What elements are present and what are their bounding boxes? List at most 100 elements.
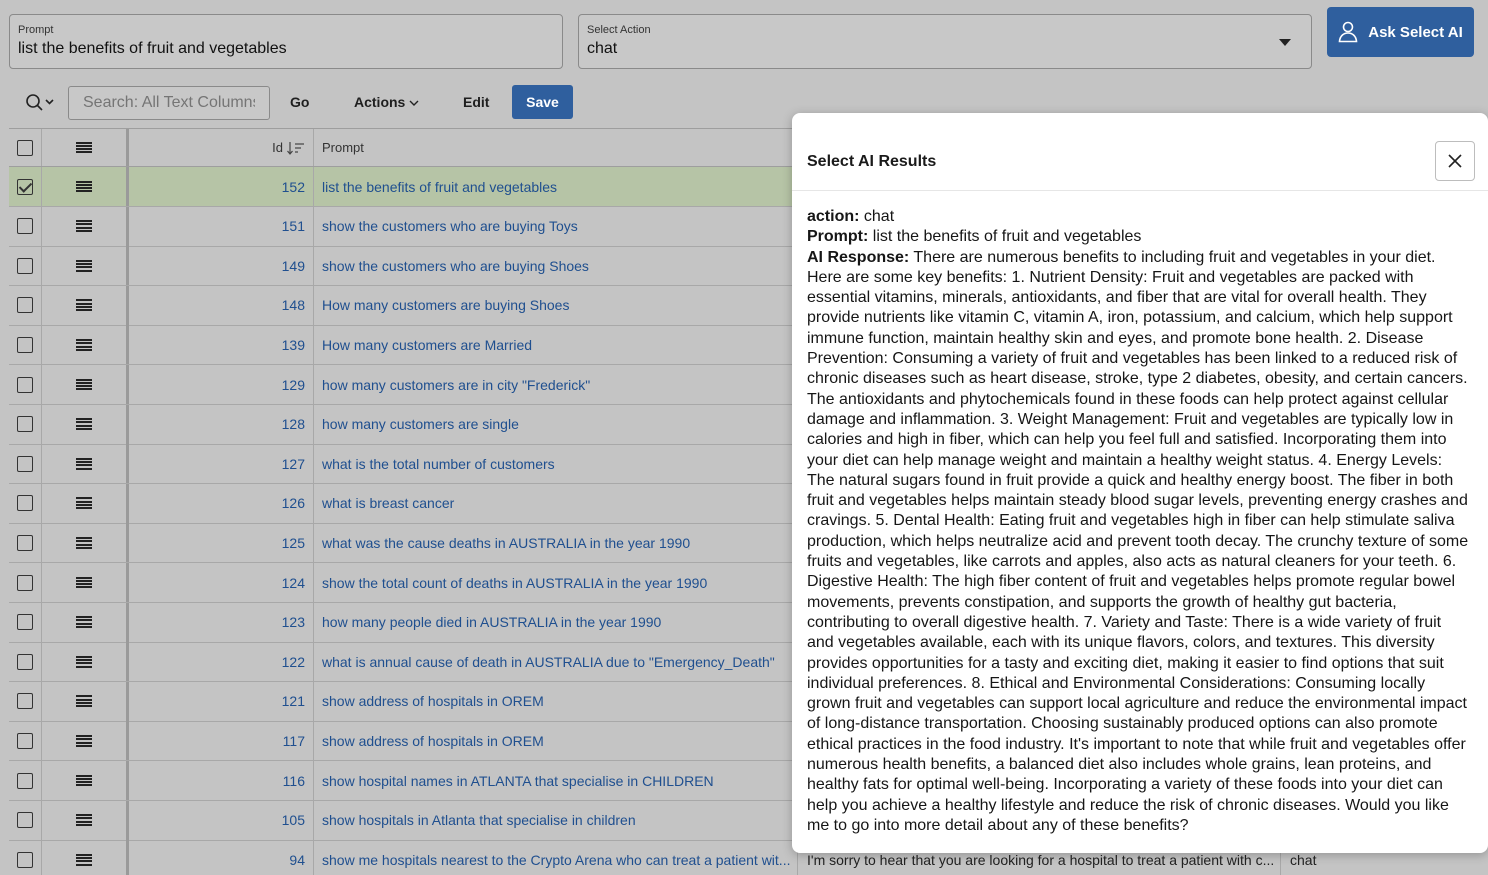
row-id[interactable]: 127 <box>132 444 314 484</box>
row-actions-cell <box>42 602 129 642</box>
row-select-cell <box>9 761 42 800</box>
column-header-id-label: Id <box>272 140 283 155</box>
prompt-input[interactable]: list the benefits of fruit and vegetable… <box>18 40 554 58</box>
row-checkbox[interactable] <box>17 257 33 274</box>
row-prompt[interactable]: show the total count of deaths in AUSTRA… <box>314 563 797 602</box>
row-menu-icon[interactable] <box>76 418 92 431</box>
search-input[interactable] <box>68 86 270 120</box>
row-checkbox[interactable] <box>17 455 33 472</box>
row-checkbox[interactable] <box>17 534 33 551</box>
select-all-checkbox[interactable] <box>17 139 33 156</box>
go-button[interactable]: Go <box>290 94 309 110</box>
row-prompt[interactable]: How many customers are Married <box>314 325 797 364</box>
row-id[interactable]: 129 <box>132 365 314 404</box>
row-id[interactable]: 128 <box>132 404 314 444</box>
row-checkbox[interactable] <box>17 218 33 235</box>
row-checkbox[interactable] <box>17 416 33 433</box>
row-menu-icon[interactable] <box>76 853 92 866</box>
select-action-field[interactable]: Select Action chat <box>578 14 1312 69</box>
row-id[interactable]: 139 <box>132 325 314 365</box>
select-all-cell <box>9 129 42 166</box>
row-id[interactable]: 148 <box>132 285 314 325</box>
row-id[interactable]: 122 <box>132 642 314 682</box>
row-checkbox[interactable] <box>17 732 33 749</box>
close-button[interactable] <box>1435 141 1475 181</box>
row-prompt[interactable]: show hospital names in ATLANTA that spec… <box>314 761 797 800</box>
row-id[interactable]: 152 <box>132 167 314 206</box>
row-menu-icon[interactable] <box>76 497 92 510</box>
row-prompt[interactable]: show the customers who are buying Shoes <box>314 246 797 285</box>
dialog-prompt-label: Prompt: <box>807 228 869 246</box>
select-action-label: Select Action <box>587 24 651 36</box>
row-select-cell <box>9 206 42 246</box>
row-prompt[interactable]: show address of hospitals in OREM <box>314 721 797 760</box>
row-menu-icon[interactable] <box>76 338 92 351</box>
row-checkbox[interactable] <box>17 297 33 314</box>
row-checkbox[interactable] <box>17 495 33 512</box>
row-id[interactable]: 116 <box>132 761 314 800</box>
row-menu-icon[interactable] <box>76 774 92 787</box>
row-menu-icon[interactable] <box>76 180 92 193</box>
row-menu-icon[interactable] <box>76 378 92 391</box>
row-checkbox[interactable] <box>17 178 33 195</box>
row-id[interactable]: 149 <box>132 246 314 286</box>
row-prompt[interactable]: what is the total number of customers <box>314 444 797 483</box>
row-id[interactable]: 117 <box>132 721 314 761</box>
column-header-id[interactable]: Id <box>132 129 314 166</box>
row-actions-cell <box>42 483 129 523</box>
row-menu-icon[interactable] <box>76 814 92 827</box>
row-id[interactable]: 126 <box>132 483 314 523</box>
row-menu-icon[interactable] <box>76 734 92 747</box>
row-menu-icon[interactable] <box>76 141 92 154</box>
row-checkbox[interactable] <box>17 812 33 829</box>
row-menu-icon[interactable] <box>76 576 92 589</box>
row-prompt[interactable]: what was the cause deaths in AUSTRALIA i… <box>314 523 797 562</box>
row-menu-icon[interactable] <box>76 616 92 629</box>
row-prompt[interactable]: how many people died in AUSTRALIA in the… <box>314 603 797 642</box>
row-id[interactable]: 124 <box>132 563 314 602</box>
row-id[interactable]: 151 <box>132 206 314 246</box>
actions-menu-button[interactable]: Actions <box>354 94 419 110</box>
row-checkbox[interactable] <box>17 772 33 789</box>
row-prompt[interactable]: show address of hospitals in OREM <box>314 682 797 721</box>
row-id[interactable]: 123 <box>132 602 314 642</box>
row-menu-icon[interactable] <box>76 536 92 549</box>
row-id[interactable]: 94 <box>132 840 314 875</box>
prompt-field[interactable]: Prompt list the benefits of fruit and ve… <box>9 14 563 69</box>
column-header-prompt[interactable]: Prompt <box>314 129 797 166</box>
row-menu-icon[interactable] <box>76 457 92 470</box>
row-prompt[interactable]: list the benefits of fruit and vegetable… <box>314 167 797 206</box>
row-menu-icon[interactable] <box>76 220 92 233</box>
ask-select-ai-button[interactable]: Ask Select AI <box>1327 7 1474 57</box>
row-menu-icon[interactable] <box>76 655 92 668</box>
row-checkbox[interactable] <box>17 336 33 353</box>
row-menu-icon[interactable] <box>76 299 92 312</box>
row-checkbox[interactable] <box>17 376 33 393</box>
search-column-menu[interactable] <box>25 93 57 113</box>
row-id[interactable]: 105 <box>132 800 314 840</box>
row-actions-cell <box>42 563 129 602</box>
row-id[interactable]: 121 <box>132 681 314 721</box>
row-prompt[interactable]: How many customers are buying Shoes <box>314 286 797 325</box>
row-prompt[interactable]: show me hospitals nearest to the Crypto … <box>314 840 797 875</box>
row-prompt[interactable]: how many customers are in city "Frederic… <box>314 365 797 404</box>
save-button[interactable]: Save <box>512 85 573 119</box>
row-id[interactable]: 125 <box>132 523 314 563</box>
row-prompt[interactable]: show the customers who are buying Toys <box>314 207 797 246</box>
row-actions-cell <box>42 206 129 246</box>
select-action-value[interactable]: chat <box>587 40 1303 58</box>
row-checkbox[interactable] <box>17 693 33 710</box>
row-checkbox[interactable] <box>17 614 33 631</box>
row-menu-icon[interactable] <box>76 695 92 708</box>
row-prompt[interactable]: what is breast cancer <box>314 484 797 523</box>
row-prompt[interactable]: show hospitals in Atlanta that specialis… <box>314 801 797 840</box>
row-actions-cell <box>42 681 129 721</box>
row-checkbox[interactable] <box>17 574 33 591</box>
row-prompt[interactable]: what is annual cause of death in AUSTRAL… <box>314 642 797 681</box>
dropdown-caret-icon[interactable] <box>1279 39 1291 46</box>
row-checkbox[interactable] <box>17 653 33 670</box>
row-menu-icon[interactable] <box>76 259 92 272</box>
edit-button[interactable]: Edit <box>463 94 489 110</box>
row-checkbox[interactable] <box>17 851 33 868</box>
row-prompt[interactable]: how many customers are single <box>314 405 797 444</box>
